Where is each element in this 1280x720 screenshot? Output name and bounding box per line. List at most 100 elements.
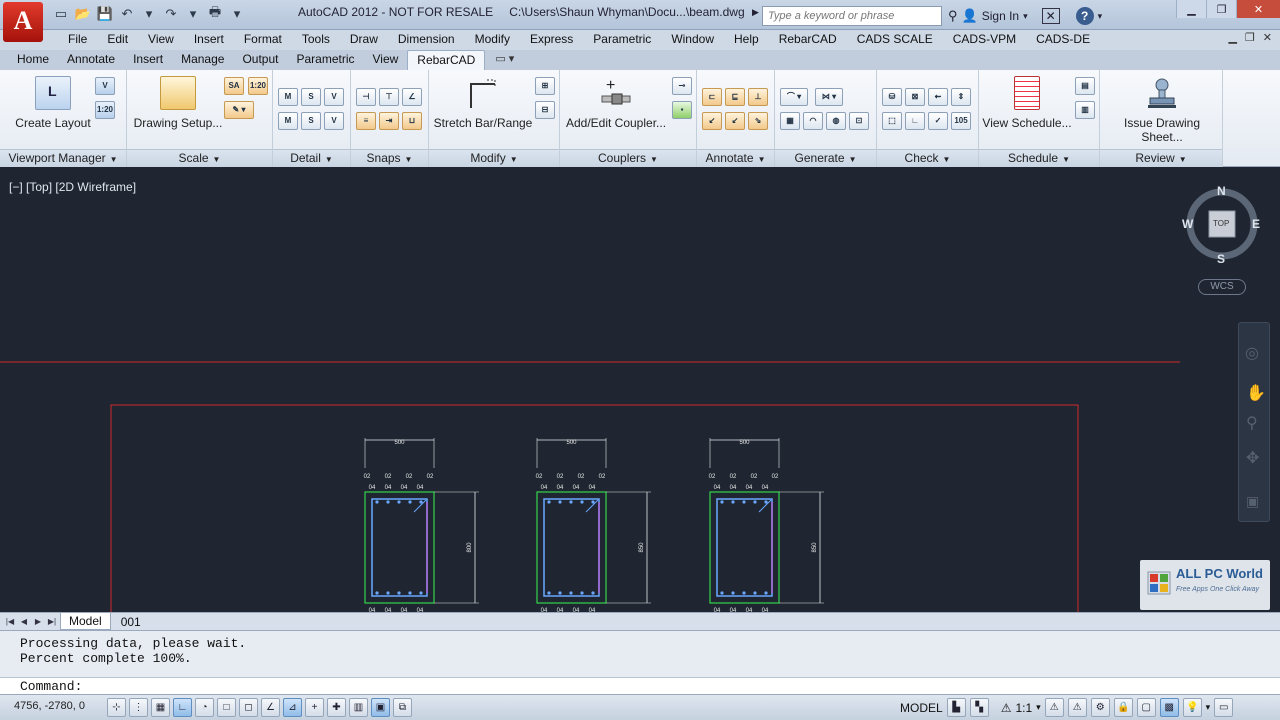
new-icon[interactable]: ▭ bbox=[52, 5, 70, 23]
compass-south[interactable]: S bbox=[1217, 252, 1225, 266]
snap-bar-icon[interactable]: ≡ bbox=[356, 112, 376, 130]
annotate-leader-icon[interactable]: ↙ bbox=[702, 112, 722, 130]
drawing-setup-button[interactable]: Drawing Setup... bbox=[131, 76, 225, 130]
tab-output[interactable]: Output bbox=[233, 50, 287, 70]
tab-parametric[interactable]: Parametric bbox=[287, 50, 363, 70]
generate-arc-icon[interactable]: ◠ bbox=[803, 112, 823, 130]
create-layout-button[interactable]: L Create Layout bbox=[12, 76, 94, 130]
add-edit-coupler-button[interactable]: + Add/Edit Coupler... bbox=[562, 76, 670, 130]
scale-edit-button[interactable]: ✎ ▾ bbox=[224, 101, 254, 119]
panel-footer-annotate[interactable]: Annotate ▼ bbox=[697, 149, 774, 167]
compass-north[interactable]: N bbox=[1217, 184, 1226, 198]
menu-edit[interactable]: Edit bbox=[97, 30, 138, 50]
menu-tools[interactable]: Tools bbox=[292, 30, 340, 50]
menu-insert[interactable]: Insert bbox=[184, 30, 234, 50]
showmotion-icon[interactable]: ▣ bbox=[1246, 493, 1259, 510]
hardware-acceleration-icon[interactable]: ▢ bbox=[1136, 698, 1156, 717]
coordinates-readout[interactable]: 4756, -2780, 0 bbox=[14, 700, 85, 712]
3d-osnap-toggle[interactable]: ◻ bbox=[239, 698, 258, 717]
check-split-icon[interactable]: ⇕ bbox=[951, 88, 971, 106]
panel-footer-snaps[interactable]: Snaps ▼ bbox=[351, 149, 428, 167]
panel-footer-detail[interactable]: Detail ▼ bbox=[273, 149, 350, 167]
menu-help[interactable]: Help bbox=[724, 30, 769, 50]
wcs-menu[interactable]: WCS bbox=[1198, 279, 1246, 295]
transparency-toggle[interactable]: ▥ bbox=[349, 698, 368, 717]
plot-icon[interactable]: 🖶 bbox=[206, 4, 224, 23]
zoom-icon[interactable]: ⚲ bbox=[1246, 413, 1258, 433]
steering-wheel-icon[interactable]: ◎ bbox=[1245, 343, 1259, 363]
lightbulb-icon[interactable]: 💡 bbox=[1182, 698, 1202, 717]
save-icon[interactable]: 💾 bbox=[96, 5, 114, 23]
menu-format[interactable]: Format bbox=[234, 30, 292, 50]
doc-minimize-icon[interactable]: ▁ bbox=[1228, 31, 1236, 44]
otrack-toggle[interactable]: ∠ bbox=[261, 698, 280, 717]
close-button[interactable]: ✕ bbox=[1236, 0, 1280, 18]
annotate-label-icon[interactable]: ⊏ bbox=[702, 88, 722, 106]
detail-m-button[interactable]: M bbox=[278, 88, 298, 106]
prev-tab-icon[interactable]: ◀ bbox=[18, 615, 30, 629]
infer-constraints-toggle[interactable]: ⊹ bbox=[107, 698, 126, 717]
tab-layout-001[interactable]: 001 bbox=[113, 614, 149, 630]
menu-cads-vpm[interactable]: CADS-VPM bbox=[943, 30, 1026, 50]
snap-hook-icon[interactable]: ⊔ bbox=[402, 112, 422, 130]
detail-v-button[interactable]: V bbox=[324, 88, 344, 106]
doc-restore-icon[interactable]: ❐ bbox=[1245, 31, 1255, 44]
help-icon[interactable]: ? bbox=[1075, 7, 1094, 25]
exchange-icon[interactable]: ✕ bbox=[1041, 8, 1060, 24]
annotate-multi-icon[interactable]: ⊑ bbox=[725, 88, 745, 106]
tab-annotate[interactable]: Annotate bbox=[58, 50, 124, 70]
snap-angle-icon[interactable]: ∠ bbox=[402, 88, 422, 106]
tab-manage[interactable]: Manage bbox=[172, 50, 233, 70]
sign-in-dropdown-icon[interactable]: ▾ bbox=[1023, 11, 1028, 22]
panel-footer-generate[interactable]: Generate ▼ bbox=[775, 149, 876, 167]
menu-draw[interactable]: Draw bbox=[340, 30, 388, 50]
selection-cycling-toggle[interactable]: ⧉ bbox=[393, 698, 412, 717]
coupler-green-icon[interactable]: ▪ bbox=[672, 101, 692, 119]
viewcube[interactable]: N S E W TOP bbox=[1180, 182, 1264, 266]
detail-s-button[interactable]: S bbox=[301, 88, 321, 106]
tab-home[interactable]: Home bbox=[8, 50, 58, 70]
issue-drawing-sheet-button[interactable]: Issue Drawing Sheet... bbox=[1102, 76, 1222, 144]
grid-toggle[interactable]: ▦ bbox=[151, 698, 170, 717]
last-tab-icon[interactable]: ▶| bbox=[46, 615, 58, 629]
generate-bar-icon[interactable]: ⌒ ▾ bbox=[780, 88, 808, 106]
stretch-bar-range-button[interactable]: Stretch Bar/Range bbox=[431, 76, 535, 130]
menu-express[interactable]: Express bbox=[520, 30, 583, 50]
detail-m2-button[interactable]: M bbox=[278, 112, 298, 130]
panel-footer-scale[interactable]: Scale ▼ bbox=[127, 149, 272, 167]
tab-view[interactable]: View bbox=[364, 50, 408, 70]
viewcube-top-face[interactable]: TOP bbox=[1213, 219, 1229, 228]
menu-rebarcad[interactable]: RebarCAD bbox=[769, 30, 847, 50]
drawing-quickview-icon[interactable]: ▚ bbox=[969, 698, 989, 717]
snap-tol-icon[interactable]: ⊤ bbox=[379, 88, 399, 106]
isolate-objects-icon[interactable]: ▩ bbox=[1159, 698, 1179, 717]
modify-range-icon[interactable]: ⊞ bbox=[535, 77, 555, 95]
annotation-scale-icon[interactable]: ⚠ bbox=[1001, 701, 1012, 715]
undo-dropdown-icon[interactable]: ▾ bbox=[140, 5, 158, 23]
drawing-area[interactable]: [−] [Top] [2D Wireframe] 500 02 02 02 02 04 04… bbox=[0, 168, 1280, 612]
check-dash-icon[interactable]: ⬚ bbox=[882, 112, 902, 130]
snap-mode-toggle[interactable]: ⋮ bbox=[129, 698, 148, 717]
menu-cads-scale[interactable]: CADS SCALE bbox=[847, 30, 943, 50]
generate-wall-icon[interactable]: ▦ bbox=[780, 112, 800, 130]
polar-toggle[interactable]: ◔ bbox=[195, 698, 214, 717]
menu-view[interactable]: View bbox=[138, 30, 184, 50]
redo-dropdown-icon[interactable]: ▾ bbox=[184, 5, 202, 23]
check-105-button[interactable]: 105 bbox=[951, 112, 971, 130]
model-space-button[interactable]: MODEL bbox=[900, 701, 943, 715]
tab-rebarcad[interactable]: RebarCAD bbox=[407, 50, 486, 70]
lock-icon[interactable]: 🔒 bbox=[1113, 698, 1133, 717]
tab-model[interactable]: Model bbox=[60, 613, 111, 630]
schedule-edit-icon[interactable]: ▥ bbox=[1075, 101, 1095, 119]
menu-modify[interactable]: Modify bbox=[465, 30, 520, 50]
dyn-toggle[interactable]: + bbox=[305, 698, 324, 717]
osnap-toggle[interactable]: □ bbox=[217, 698, 236, 717]
generate-range-icon[interactable]: ⋈ ▾ bbox=[815, 88, 843, 106]
panel-footer-schedule[interactable]: Schedule ▼ bbox=[979, 149, 1099, 167]
view-schedule-button[interactable]: View Schedule... bbox=[981, 76, 1073, 130]
menu-window[interactable]: Window bbox=[661, 30, 724, 50]
panel-footer-review[interactable]: Review ▼ bbox=[1100, 149, 1222, 167]
minimize-button[interactable]: ▁ bbox=[1176, 0, 1206, 18]
orbit-icon[interactable]: ✥ bbox=[1246, 448, 1259, 468]
infocenter-collapse-icon[interactable]: ▶ bbox=[752, 7, 759, 18]
